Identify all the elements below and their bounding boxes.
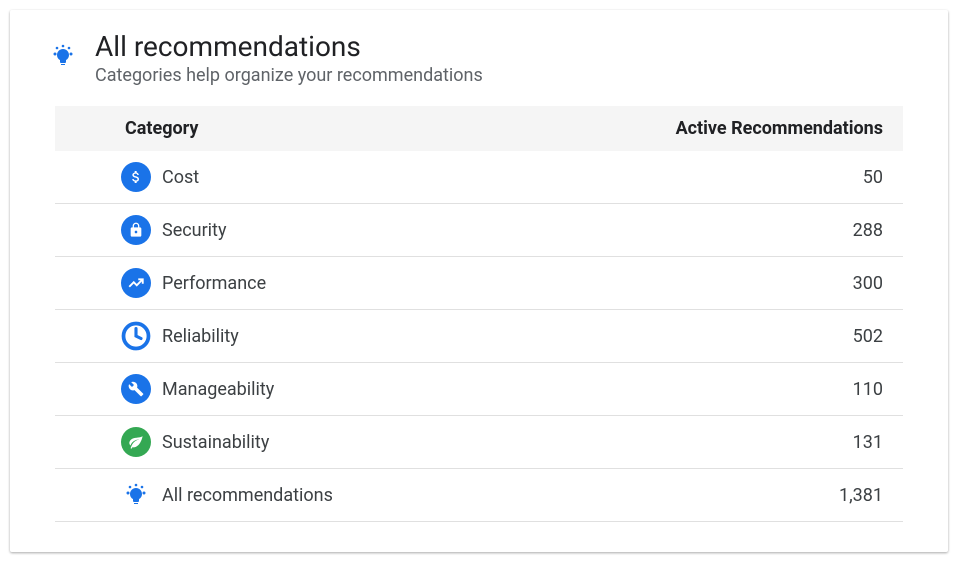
table-row-security[interactable]: Security 288 (55, 204, 903, 257)
row-label: Reliability (162, 326, 239, 347)
row-label: Security (162, 220, 226, 241)
column-category: Category (125, 118, 633, 139)
row-label: Sustainability (162, 432, 269, 453)
page-subtitle: Categories help organize your recommenda… (95, 65, 903, 86)
table-row-all[interactable]: All recommendations 1,381 (55, 469, 903, 522)
lightbulb-icon (47, 40, 79, 72)
recommendations-card: All recommendations Categories help orga… (10, 10, 948, 552)
lock-icon (120, 214, 152, 246)
clock-icon (120, 320, 152, 352)
leaf-icon (120, 426, 152, 458)
column-active-recommendations: Active Recommendations (633, 118, 883, 139)
header-text: All recommendations Categories help orga… (95, 30, 903, 86)
page-title: All recommendations (95, 30, 903, 63)
row-count: 300 (783, 273, 883, 294)
row-label: All recommendations (162, 485, 333, 506)
trending-icon (120, 267, 152, 299)
row-count: 131 (783, 432, 883, 453)
dollar-icon (120, 161, 152, 193)
wrench-icon (120, 373, 152, 405)
row-count: 110 (783, 379, 883, 400)
row-label: Cost (162, 167, 199, 188)
table-row-manageability[interactable]: Manageability 110 (55, 363, 903, 416)
row-count: 502 (783, 326, 883, 347)
recommendations-table: Category Active Recommendations Cost 50 (55, 106, 903, 522)
card-header: All recommendations Categories help orga… (47, 30, 903, 86)
row-count: 50 (783, 167, 883, 188)
table-row-reliability[interactable]: Reliability 502 (55, 310, 903, 363)
table-row-performance[interactable]: Performance 300 (55, 257, 903, 310)
row-count: 1,381 (783, 485, 883, 506)
lightbulb-icon (120, 479, 152, 511)
table-header-row: Category Active Recommendations (55, 106, 903, 151)
table-row-cost[interactable]: Cost 50 (55, 151, 903, 204)
table-row-sustainability[interactable]: Sustainability 131 (55, 416, 903, 469)
row-label: Manageability (162, 379, 274, 400)
row-count: 288 (783, 220, 883, 241)
row-label: Performance (162, 273, 266, 294)
